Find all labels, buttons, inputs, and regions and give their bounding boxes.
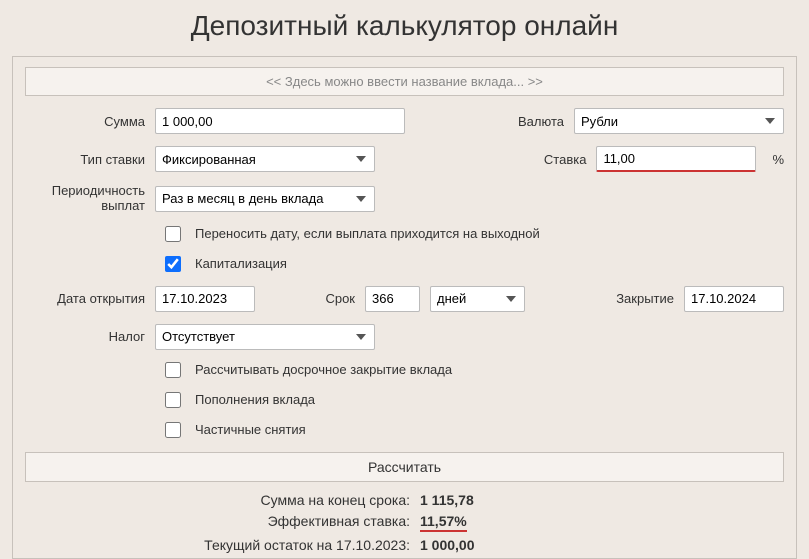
label-term: Срок xyxy=(315,291,355,306)
label-ratetype: Тип ставки xyxy=(25,152,145,167)
row-dates: Дата открытия Срок дней Закрытие xyxy=(25,286,784,312)
amount-input[interactable] xyxy=(155,108,405,134)
term-input[interactable] xyxy=(365,286,420,312)
weekend-shift-checkbox[interactable] xyxy=(165,226,181,242)
rate-input[interactable] xyxy=(596,146,756,172)
label-payout-period: Периодичность выплат xyxy=(25,184,145,214)
weekend-shift-label: Переносить дату, если выплата приходится… xyxy=(195,226,540,241)
label-currency: Валюта xyxy=(504,114,564,129)
result-end-sum-value: 1 115,78 xyxy=(420,492,474,508)
early-close-label: Рассчитывать досрочное закрытие вклада xyxy=(195,362,452,377)
currency-select[interactable]: Рубли xyxy=(574,108,784,134)
checkbox-row-early-close: Рассчитывать досрочное закрытие вклада xyxy=(165,362,784,378)
topups-label: Пополнения вклада xyxy=(195,392,315,407)
row-payout-period: Периодичность выплат Раз в месяц в день … xyxy=(25,184,784,214)
label-open-date: Дата открытия xyxy=(25,291,145,306)
withdrawals-checkbox[interactable] xyxy=(165,422,181,438)
term-unit-select[interactable]: дней xyxy=(430,286,525,312)
checkbox-row-capitalization: Капитализация xyxy=(165,256,784,272)
row-tax: Налог Отсутствует xyxy=(25,324,784,350)
result-balance-value: 1 000,00 xyxy=(420,537,475,553)
deposit-name-input[interactable]: << Здесь можно ввести название вклада...… xyxy=(25,67,784,96)
result-eff-rate: Эффективная ставка: 11,57% xyxy=(25,513,784,532)
percent-sign: % xyxy=(772,152,784,167)
result-eff-rate-value: 11,57% xyxy=(420,513,467,532)
label-rate: Ставка xyxy=(526,152,586,167)
results-block: Сумма на конец срока: 1 115,78 Эффективн… xyxy=(25,488,784,553)
result-end-sum: Сумма на конец срока: 1 115,78 xyxy=(25,492,784,508)
row-amount-currency: Сумма Валюта Рубли xyxy=(25,108,784,134)
result-balance: Текущий остаток на 17.10.2023: 1 000,00 xyxy=(25,537,784,553)
topups-checkbox[interactable] xyxy=(165,392,181,408)
close-date-input[interactable] xyxy=(684,286,784,312)
page-title: Депозитный калькулятор онлайн xyxy=(0,0,809,56)
result-eff-rate-label: Эффективная ставка: xyxy=(25,513,420,529)
result-end-sum-label: Сумма на конец срока: xyxy=(25,492,420,508)
early-close-checkbox[interactable] xyxy=(165,362,181,378)
capitalization-checkbox[interactable] xyxy=(165,256,181,272)
calculator-panel: << Здесь можно ввести название вклада...… xyxy=(12,56,797,559)
payout-period-select[interactable]: Раз в месяц в день вклада xyxy=(155,186,375,212)
withdrawals-label: Частичные снятия xyxy=(195,422,306,437)
result-balance-label: Текущий остаток на 17.10.2023: xyxy=(25,537,420,553)
label-close-date: Закрытие xyxy=(604,291,674,306)
checkbox-row-topups: Пополнения вклада xyxy=(165,392,784,408)
open-date-input[interactable] xyxy=(155,286,255,312)
row-ratetype-rate: Тип ставки Фиксированная Ставка % xyxy=(25,146,784,172)
ratetype-select[interactable]: Фиксированная xyxy=(155,146,375,172)
label-tax: Налог xyxy=(25,329,145,344)
calculate-button[interactable]: Рассчитать xyxy=(25,452,784,482)
checkbox-row-weekend: Переносить дату, если выплата приходится… xyxy=(165,226,784,242)
label-amount: Сумма xyxy=(25,114,145,129)
capitalization-label: Капитализация xyxy=(195,256,287,271)
tax-select[interactable]: Отсутствует xyxy=(155,324,375,350)
checkbox-row-withdrawals: Частичные снятия xyxy=(165,422,784,438)
